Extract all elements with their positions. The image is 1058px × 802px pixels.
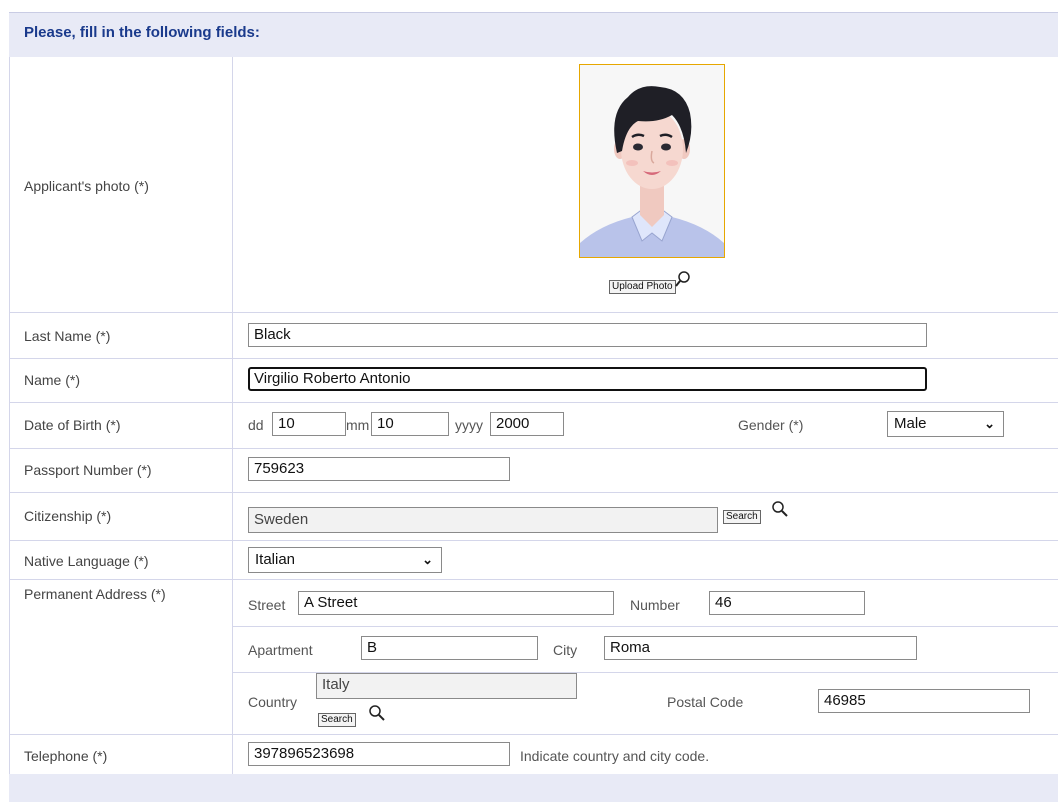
- row-divider: [9, 448, 1058, 449]
- dob-month-input[interactable]: 10: [371, 412, 449, 436]
- dob-label: Date of Birth (*): [24, 417, 121, 433]
- citizenship-label: Citizenship (*): [24, 508, 112, 524]
- row-divider: [9, 312, 1058, 313]
- telephone-label: Telephone (*): [24, 748, 108, 764]
- form-title: Please, fill in the following fields:: [24, 24, 260, 41]
- row-divider: [9, 358, 1058, 359]
- chevron-down-icon: ⌄: [984, 416, 995, 431]
- column-divider: [232, 57, 233, 774]
- country-input[interactable]: Italy: [316, 673, 577, 699]
- country-search-button[interactable]: Search: [318, 713, 356, 727]
- telephone-input[interactable]: 397896523698: [248, 742, 510, 766]
- country-label: Country: [248, 694, 298, 710]
- row-divider: [9, 579, 1058, 580]
- dob-yyyy-label: yyyy: [455, 417, 483, 433]
- photo-label: Applicant's photo (*): [24, 178, 149, 194]
- magnifier-icon[interactable]: [770, 500, 788, 518]
- left-border: [9, 57, 10, 774]
- address-label: Permanent Address (*): [24, 586, 166, 602]
- street-label: Street: [248, 597, 286, 613]
- name-input[interactable]: Virgilio Roberto Antonio: [248, 367, 927, 391]
- row-divider: [9, 402, 1058, 403]
- city-input[interactable]: Roma: [604, 636, 917, 660]
- language-select[interactable]: Italian ⌄: [248, 547, 442, 573]
- gender-value: Male: [894, 415, 927, 432]
- dob-dd-label: dd: [248, 417, 264, 433]
- form-footer: [9, 774, 1058, 802]
- gender-select[interactable]: Male ⌄: [887, 411, 1004, 437]
- dob-year-input[interactable]: 2000: [490, 412, 564, 436]
- postal-code-input[interactable]: 46985: [818, 689, 1030, 713]
- language-label: Native Language (*): [24, 553, 149, 569]
- citizenship-search-button[interactable]: Search: [723, 510, 761, 524]
- dob-mm-label: mm: [346, 417, 370, 433]
- passport-label: Passport Number (*): [24, 462, 152, 478]
- applicant-photo: [579, 64, 725, 258]
- last-name-label: Last Name (*): [24, 328, 111, 344]
- telephone-hint: Indicate country and city code.: [520, 748, 710, 764]
- apartment-label: Apartment: [248, 642, 313, 658]
- name-label: Name (*): [24, 372, 81, 388]
- row-divider: [9, 492, 1058, 493]
- row-divider: [9, 540, 1058, 541]
- row-divider: [233, 626, 1058, 627]
- magnifier-icon[interactable]: [367, 704, 385, 722]
- row-divider: [9, 734, 1058, 735]
- last-name-input[interactable]: Black: [248, 323, 927, 347]
- postal-code-label: Postal Code: [667, 694, 744, 710]
- chevron-down-icon: ⌄: [422, 552, 433, 567]
- gender-label: Gender (*): [738, 417, 804, 433]
- avatar: [580, 65, 724, 257]
- language-value: Italian: [255, 551, 296, 568]
- apartment-input[interactable]: B: [361, 636, 538, 660]
- street-input[interactable]: A Street: [298, 591, 614, 615]
- dob-day-input[interactable]: 10: [272, 412, 346, 436]
- city-label: City: [553, 642, 578, 658]
- upload-photo-button[interactable]: Upload Photo: [609, 280, 676, 294]
- form-header: Please, fill in the following fields:: [9, 12, 1058, 57]
- number-label: Number: [630, 597, 680, 613]
- citizenship-input[interactable]: Sweden: [248, 507, 718, 533]
- passport-input[interactable]: 759623: [248, 457, 510, 481]
- magnifier-icon[interactable]: [674, 270, 692, 288]
- number-input[interactable]: 46: [709, 591, 865, 615]
